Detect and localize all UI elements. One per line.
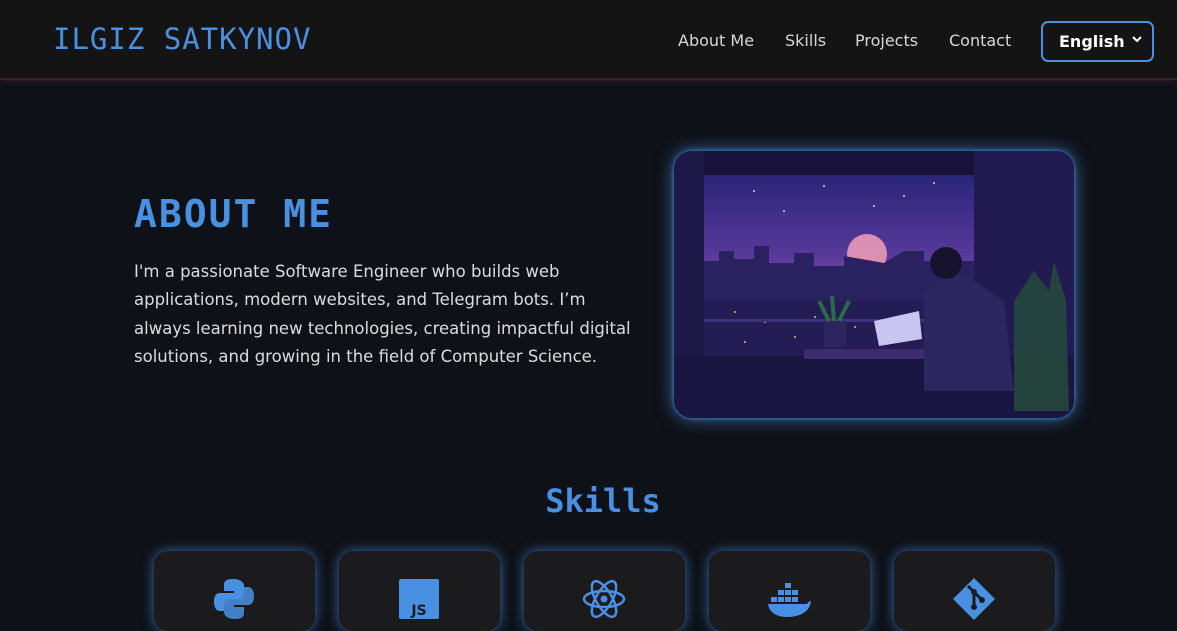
- react-icon: [582, 577, 626, 621]
- svg-text:JS: JS: [410, 603, 426, 619]
- language-select[interactable]: English: [1041, 21, 1154, 62]
- skill-card-docker[interactable]: [709, 551, 870, 631]
- skill-card-javascript[interactable]: JS: [339, 551, 500, 631]
- language-select-value: English: [1059, 32, 1125, 51]
- docker-icon: [767, 577, 811, 621]
- skill-card-git[interactable]: [894, 551, 1055, 631]
- nav-link-projects[interactable]: Projects: [855, 31, 918, 50]
- git-icon: [952, 577, 996, 621]
- workspace-illustration: [674, 151, 1074, 418]
- chevron-down-icon: [1132, 33, 1142, 47]
- nav-link-about[interactable]: About Me: [678, 31, 754, 50]
- skill-card-python[interactable]: [154, 551, 315, 631]
- nav-link-skills[interactable]: Skills: [785, 31, 826, 50]
- nav-link-contact[interactable]: Contact: [949, 31, 1011, 50]
- python-icon: [212, 577, 256, 621]
- brand-logo[interactable]: ILGIZ SATKYNOV: [53, 22, 311, 56]
- skill-card-react[interactable]: [524, 551, 685, 631]
- about-description: I'm a passionate Software Engineer who b…: [134, 262, 631, 366]
- javascript-icon: JS: [397, 577, 441, 621]
- skills-title: Skills: [545, 482, 661, 520]
- about-title: ABOUT ME: [134, 192, 334, 236]
- navbar: ILGIZ SATKYNOV About Me Skills Projects …: [0, 0, 1177, 80]
